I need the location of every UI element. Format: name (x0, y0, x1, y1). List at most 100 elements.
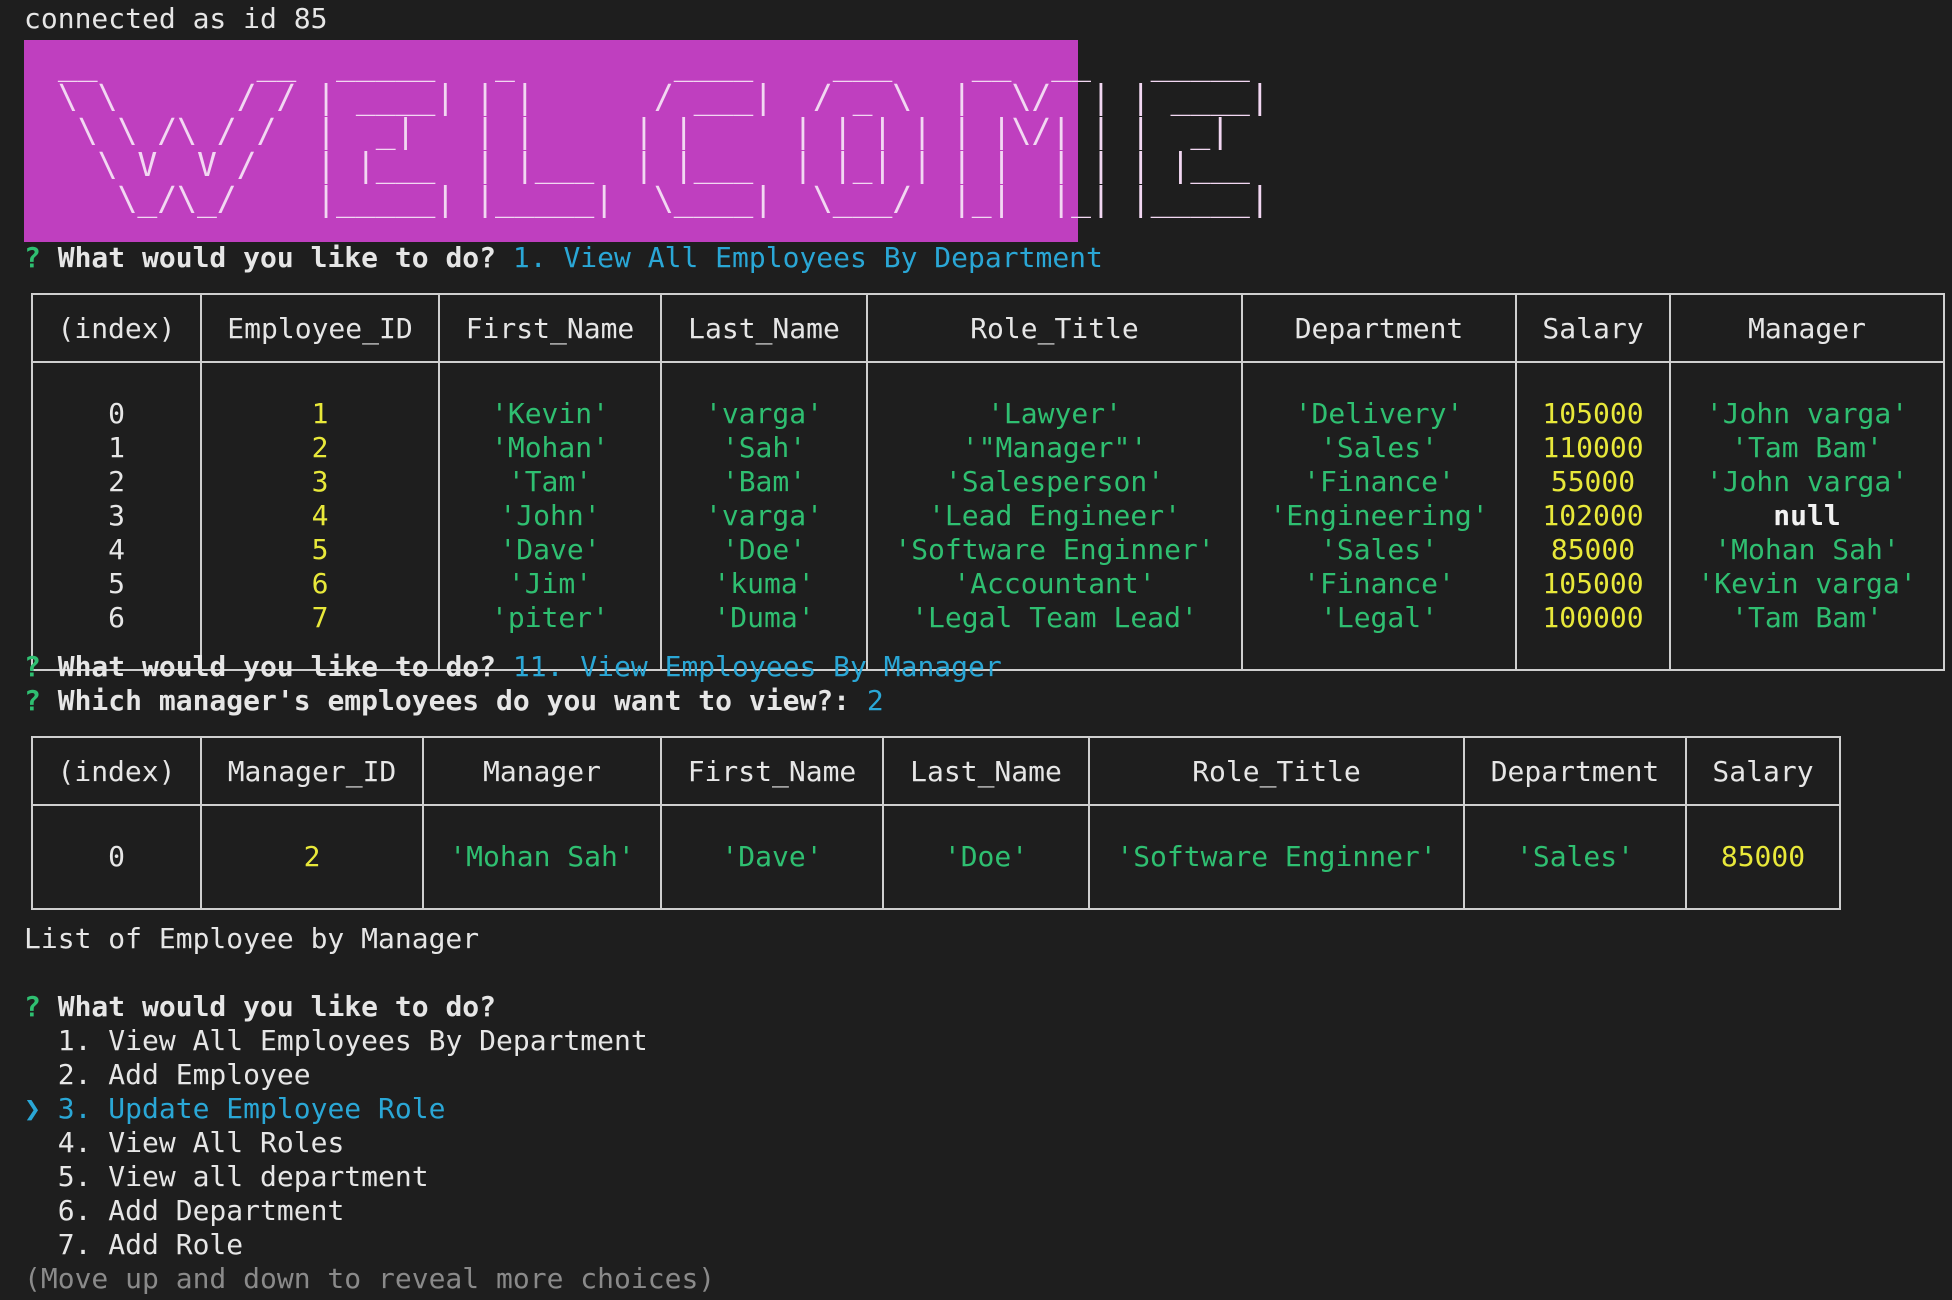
menu-item-label: 1. View All Employees By Department (57, 1024, 648, 1057)
table-spacer-cell (1088, 805, 1465, 840)
table-cell: 105000 (1515, 397, 1671, 431)
col-salary: Salary (1685, 737, 1841, 806)
table-cell: 'Legal Team Lead' (866, 601, 1243, 635)
table-cell: 5 (200, 533, 440, 567)
table-cell: 3 (31, 499, 202, 533)
col-role-title: Role_Title (1088, 737, 1465, 806)
menu-prompt: ? What would you like to do? (24, 990, 496, 1024)
table-cell: 'Tam Bam' (1669, 601, 1945, 635)
table-cell: 'Software Enginner' (866, 533, 1243, 567)
table-cell: 85000 (1685, 840, 1841, 874)
col-department: Department (1241, 294, 1517, 363)
question-mark-icon: ? (24, 684, 41, 717)
table-spacer-row (31, 874, 1841, 909)
prompt-question: Which manager's employees do you want to… (57, 684, 851, 717)
menu-item[interactable]: ❯ 3. Update Employee Role (24, 1092, 445, 1126)
table-spacer-cell (200, 805, 424, 840)
table-cell: 'Finance' (1241, 567, 1517, 601)
col-index: (index) (31, 294, 202, 363)
table-cell: 'Jim' (438, 567, 662, 601)
table-spacer-cell (1685, 805, 1841, 840)
table-row: 3 4 'John''varga' 'Lead Engineer' 'Engineeri… (31, 499, 1945, 533)
table-cell: 'piter' (438, 601, 662, 635)
menu-item[interactable]: 5. View all department (24, 1160, 429, 1194)
table-spacer-cell (1669, 635, 1945, 670)
table-row: 1 2 'Mohan' 'Sah' '"Manager"' 'Sales' 110000 'T… (31, 431, 1945, 465)
question-mark-icon: ? (24, 650, 41, 683)
table-cell: 'Sales' (1241, 533, 1517, 567)
table-spacer-cell (1241, 362, 1517, 397)
table-cell: 1 (200, 397, 440, 431)
table-cell: 'Bam' (660, 465, 868, 499)
table-spacer-cell (1685, 874, 1841, 909)
menu-item[interactable]: 7. Add Role (24, 1228, 243, 1262)
table-cell: 'Kevin' (438, 397, 662, 431)
table-spacer-cell (1241, 635, 1517, 670)
table-cell: 5 (31, 567, 202, 601)
table-spacer-cell (422, 805, 662, 840)
welcome-ascii-art: __ __ _____ _ ____ ___ __ __ _____ \ \ /… (57, 43, 1270, 218)
menu-item[interactable]: 2. Add Employee (24, 1058, 311, 1092)
table-cell: 6 (31, 601, 202, 635)
table-spacer-cell (422, 874, 662, 909)
menu-item-label: 3. Update Employee Role (57, 1092, 446, 1125)
table-cell: 'varga' (660, 397, 868, 431)
menu-hint: (Move up and down to reveal more choices… (24, 1262, 716, 1295)
table-cell: 'varga' (660, 499, 868, 533)
table-cell: 1 (31, 431, 202, 465)
table-spacer-cell (200, 362, 440, 397)
table-cell: 'John varga' (1669, 465, 1945, 499)
prompt-main-1: ? What would you like to do? 1. View All… (24, 241, 1103, 275)
table-spacer-cell (200, 874, 424, 909)
table-cell: 'Kevin varga' (1669, 567, 1945, 601)
menu-item[interactable]: 6. Add Department (24, 1194, 345, 1228)
col-role-title: Role_Title (866, 294, 1243, 363)
table-cell: 'John' (438, 499, 662, 533)
table-spacer-cell (438, 362, 662, 397)
table-header-row: (index) Employee_ID First_Name Last_Name… (31, 294, 1945, 363)
table-spacer-cell (31, 805, 202, 840)
table-cell: 'Mohan Sah' (422, 840, 662, 874)
prompt-manager-select: ? Which manager's employees do you want … (24, 684, 884, 718)
col-salary: Salary (1515, 294, 1671, 363)
col-manager-id: Manager_ID (200, 737, 424, 806)
table-cell: 3 (200, 465, 440, 499)
table-spacer-cell (660, 362, 868, 397)
table-row: 0 2 'Mohan Sah' 'Dave' 'Doe' 'Software Enginn… (31, 840, 1841, 874)
table-cell: 'Doe' (882, 840, 1090, 874)
table-cell: 55000 (1515, 465, 1671, 499)
table-cell: 'Finance' (1241, 465, 1517, 499)
table-row: 4 5 'Dave' 'Doe' 'Software Enginner' 'Sales' 8… (31, 533, 1945, 567)
prompt-question: What would you like to do? (57, 990, 497, 1023)
table-spacer-cell (1463, 874, 1687, 909)
menu-item-label: 5. View all department (57, 1160, 429, 1193)
table-cell: 'Delivery' (1241, 397, 1517, 431)
table-cell: 'Duma' (660, 601, 868, 635)
table-cell: 'Mohan' (438, 431, 662, 465)
col-department: Department (1463, 737, 1687, 806)
table-cell: 'Sales' (1463, 840, 1687, 874)
table-cell: 85000 (1515, 533, 1671, 567)
col-first-name: First_Name (660, 737, 884, 806)
table-row: 0 1 'Kevin''varga' 'Lawyer' 'Delivery' 105000… (31, 397, 1945, 431)
table-spacer-cell (660, 874, 884, 909)
table-spacer-row (31, 805, 1841, 840)
table-row: 5 6 'Jim''kuma' 'Accountant' 'Finance' 105000… (31, 567, 1945, 601)
table-cell: 0 (31, 397, 202, 431)
table-cell: 'Sah' (660, 431, 868, 465)
table-cell: 'Lead Engineer' (866, 499, 1243, 533)
menu-item[interactable]: 1. View All Employees By Department (24, 1024, 648, 1058)
col-index: (index) (31, 737, 202, 806)
table-cell: '"Manager"' (866, 431, 1243, 465)
col-last-name: Last_Name (882, 737, 1090, 806)
question-mark-icon: ? (24, 241, 41, 274)
table-spacer-cell (1515, 635, 1671, 670)
menu-item-label: 6. Add Department (57, 1194, 345, 1227)
table-spacer-cell (882, 874, 1090, 909)
menu-item-label: 2. Add Employee (57, 1058, 311, 1091)
menu-item[interactable]: 4. View All Roles (24, 1126, 345, 1160)
table-cell: 'Accountant' (866, 567, 1243, 601)
menu-item-label: 7. Add Role (57, 1228, 244, 1261)
col-first-name: First_Name (438, 294, 662, 363)
table-cell: 6 (200, 567, 440, 601)
